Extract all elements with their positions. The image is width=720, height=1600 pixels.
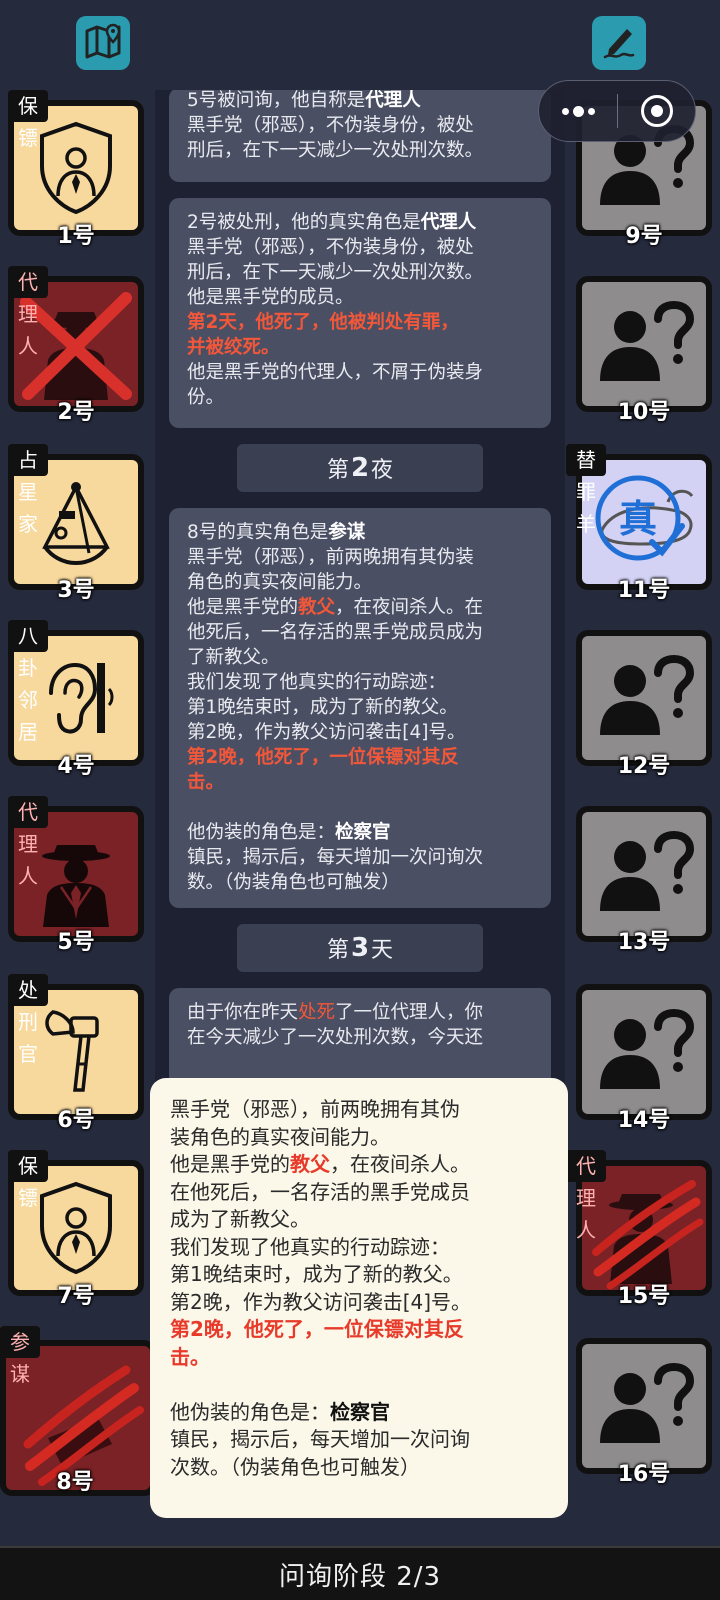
player-number: 16号 (617, 1462, 671, 1487)
player-number: 13号 (617, 930, 671, 955)
log-text: 第1晚结束时，成为了新的教父。 (187, 697, 458, 718)
player-number: 3号 (57, 578, 95, 603)
tooltip-text: 在他死后，一名存活的黑手党成员 (170, 1179, 470, 1204)
role-tag: 代理人 (8, 796, 48, 888)
tooltip-text: 装角色的真实夜间能力。 (170, 1124, 390, 1149)
axe-icon (45, 1010, 99, 1092)
role-tag: 代理人 (8, 266, 48, 358)
log-text: 2号被处刑，他的真实角色是 (187, 212, 421, 233)
godfather-link[interactable]: 教父 (290, 1152, 330, 1176)
bodyguard-shield-icon (40, 121, 112, 215)
unknown-person-icon (600, 830, 694, 911)
log-text: 他死后，一名存活的黑手党成员成为 (187, 622, 484, 643)
log-text: 他是黑手党的代理人，不屑于伪装身 (187, 362, 484, 383)
log-text: 黑手党（邪恶），不伪装身份，被处 (187, 115, 474, 136)
death-text: 击。 (187, 772, 225, 793)
player-number: 10号 (617, 400, 671, 425)
log-card-day3: 由于你在昨天处死了一位代理人，你 在今天减少了一次处刑次数，今天还 (169, 988, 551, 1090)
log-text: 在今天减少了一次处刑次数，今天还 (187, 1027, 484, 1048)
phase-indicator: 问询阶段 2/3 (0, 1546, 720, 1600)
night-2-header: 第2夜 (237, 444, 483, 492)
death-text: 第2天，他死了，他被判处有罪， (187, 312, 459, 333)
log-text: 了新教父。 (187, 647, 280, 668)
more-dots-icon[interactable] (539, 81, 617, 141)
death-text: 并被绞死。 (187, 337, 280, 358)
log-card-execution: 2号被处刑，他的真实角色是代理人 黑手党（邪恶），不伪装身份，被处 刑后，在下一… (169, 198, 551, 428)
sextant-icon (42, 482, 110, 565)
player-number: 1号 (57, 224, 95, 249)
tooltip-text: 镇民，揭示后，每天增加一次问询 (170, 1427, 470, 1451)
role-tag: 代理人 (566, 1150, 606, 1242)
role-name: 代理人 (420, 212, 477, 233)
tooltip-text: 黑手党（邪恶），前两晚拥有其伪 (170, 1097, 460, 1121)
log-text: 份。 (187, 387, 225, 408)
player-number: 15号 (617, 1284, 671, 1309)
log-text: 第2晚，作为教父访问袭击[4]号。 (187, 722, 466, 743)
player-number: 5号 (57, 930, 95, 955)
role-tooltip-popup[interactable]: 黑手党（邪恶），前两晚拥有其伪 装角色的真实夜间能力。 他是黑手党的教父，在夜间… (150, 1078, 568, 1518)
log-text: 刑后，在下一天减少一次处刑次数。 (187, 262, 484, 283)
tooltip-text: 我们发现了他真实的行动踪迹： (170, 1234, 450, 1259)
role-name: 参谋 (328, 522, 366, 543)
target-close-icon[interactable] (618, 95, 695, 127)
player-number: 11号 (617, 578, 671, 603)
role-tag: 保镖 (8, 1150, 48, 1210)
tooltip-text: 第2晚，作为教父访问袭击[4]号。 (170, 1289, 472, 1314)
log-text: 刑后，在下一天减少一次处刑次数。 (187, 140, 484, 161)
log-card-reveal: 8号的真实角色是参谋 黑手党（邪恶），前两晚拥有其伪装 角色的真实夜间能力。 他… (169, 508, 551, 908)
truth-stamp-text: 真 (619, 497, 657, 541)
day-3-header: 第3天 (237, 924, 483, 972)
tooltip-text: 第1晚结束时，成为了新的教父。 (170, 1262, 463, 1286)
map-icon (83, 21, 123, 65)
unknown-person-icon (600, 300, 694, 381)
player-number: 4号 (57, 754, 95, 779)
log-text: 角色的真实夜间能力。 (187, 572, 373, 593)
death-text: 击。 (170, 1344, 210, 1369)
miniprogram-capsule (538, 80, 696, 142)
log-text: 数。（伪装角色也可触发） (187, 872, 400, 893)
log-card-interrogation: 5号被问询，他自称是代理人 黑手党（邪恶），不伪装身份，被处 刑后，在下一天减少… (169, 90, 551, 182)
role-tag: 参谋 (0, 1326, 40, 1386)
player-number: 2号 (57, 400, 95, 425)
role-name: 检察官 (335, 822, 391, 843)
tooltip-text: 成为了新教父。 (170, 1207, 310, 1231)
log-text: 5号被问询，他自称是 (187, 90, 366, 111)
role-name: 检察官 (330, 1399, 390, 1424)
player-number: 9号 (625, 224, 663, 249)
log-text: 黑手党（邪恶），不伪装身份，被处 (187, 237, 474, 258)
ear-wall-icon (49, 662, 114, 734)
log-text: 镇民，揭示后，每天增加一次问询次 (187, 847, 484, 868)
scapegoat-truth-stamp-icon: 真 (595, 475, 694, 561)
role-tag: 占星家 (8, 444, 48, 536)
player-number: 12号 (617, 754, 671, 779)
death-text: 第2晚，他死了，一位保镖对其反 (187, 747, 459, 768)
unknown-person-icon (600, 1362, 694, 1443)
game-log[interactable]: 5号被问询，他自称是代理人 黑手党（邪恶），不伪装身份，被处 刑后，在下一天减少… (155, 90, 565, 1090)
map-button[interactable] (76, 16, 130, 70)
unknown-person-icon (600, 654, 694, 735)
godfather-link[interactable]: 教父 (298, 597, 335, 618)
role-tag: 处刑官 (8, 974, 48, 1066)
player-number: 7号 (57, 1284, 95, 1309)
role-name: 代理人 (365, 90, 421, 111)
log-text: 他是黑手党的成员。 (187, 287, 354, 308)
role-tag: 八卦邻居 (8, 620, 48, 744)
log-text: 8号的真实角色是 (187, 522, 329, 543)
tooltip-text: 次数。（伪装角色也可触发） (170, 1454, 420, 1479)
player-number: 8号 (56, 1470, 94, 1495)
log-text: 我们发现了他真实的行动踪迹： (187, 672, 447, 693)
notes-button[interactable] (592, 16, 646, 70)
death-text: 第2晚，他死了，一位保镖对其反 (170, 1317, 464, 1341)
player-number: 6号 (57, 1108, 95, 1133)
log-text: 黑手党（邪恶），前两晚拥有其伪装 (187, 547, 474, 568)
player-number: 14号 (617, 1108, 671, 1133)
phase-label: 问询阶段 2/3 (278, 1561, 442, 1592)
role-tag: 替罪羊 (566, 444, 606, 536)
unknown-person-icon (600, 1008, 694, 1089)
role-tag: 保镖 (8, 90, 48, 150)
agent-claw-scratch-icon (592, 1180, 704, 1290)
pencil-note-icon (599, 21, 639, 65)
bodyguard-shield-icon (40, 1181, 112, 1275)
